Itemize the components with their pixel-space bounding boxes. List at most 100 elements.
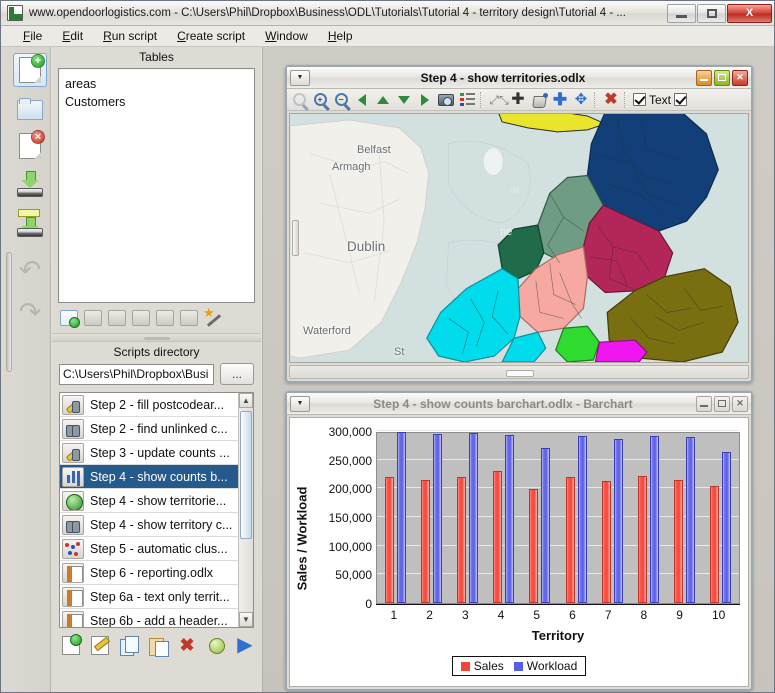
scripts-directory-row: C:\Users\Phil\Dropbox\Busi ...: [52, 363, 261, 385]
chart-bar-sales: [566, 477, 575, 603]
list-item[interactable]: Step 4 - show territorie...: [60, 489, 238, 513]
scripts-directory-input[interactable]: C:\Users\Phil\Dropbox\Busi: [59, 364, 214, 385]
new-file-button[interactable]: +: [13, 53, 47, 87]
scripts-scrollbar[interactable]: ▲ ▼: [238, 393, 253, 627]
crosshair-button[interactable]: ✚: [508, 90, 528, 109]
chart-canvas[interactable]: Sales / Workload 300,000250,000200,00015…: [289, 417, 749, 687]
fill-colour-icon: [532, 93, 547, 107]
zoom-in-button[interactable]: +: [310, 90, 330, 109]
map-close-button[interactable]: ✕: [732, 70, 748, 86]
chart-minimize-button[interactable]: [696, 396, 712, 412]
screenshot-button[interactable]: [436, 90, 456, 109]
list-item[interactable]: areas: [65, 75, 254, 93]
scripts-list[interactable]: Step 2 - fill postcodear... Step 2 - fin…: [60, 393, 238, 627]
menu-file[interactable]: File: [13, 27, 52, 45]
map-horizontal-scrollbar[interactable]: [289, 365, 749, 379]
minimize-button[interactable]: [667, 4, 696, 23]
window-menu-icon[interactable]: ▼: [290, 70, 310, 86]
duplicate-table-icon[interactable]: [156, 310, 174, 326]
second-checkbox[interactable]: [674, 93, 687, 106]
wizard-icon[interactable]: [204, 309, 224, 327]
legend-button[interactable]: [457, 90, 477, 109]
chart-x-tick-label: 4: [498, 608, 505, 622]
map-maximize-button[interactable]: [714, 70, 730, 86]
delete-script-icon[interactable]: ✖: [178, 636, 196, 655]
tables-list[interactable]: areas Customers: [58, 68, 255, 303]
pan-down-button[interactable]: [394, 90, 414, 109]
pan-right-button[interactable]: [415, 90, 435, 109]
fill-colour-button[interactable]: [529, 90, 549, 109]
report-icon: [62, 611, 84, 629]
map-canvas[interactable]: Belfast Armagh Dublin Waterford St ar ne: [289, 113, 749, 363]
close-file-button[interactable]: ×: [13, 129, 47, 163]
close-file-icon: ×: [19, 133, 41, 159]
list-item[interactable]: Step 6a - text only territ...: [60, 585, 238, 609]
pan-left-icon: [358, 94, 366, 106]
pan-left-button[interactable]: [352, 90, 372, 109]
browse-directory-button[interactable]: ...: [220, 363, 254, 385]
map-minimize-button[interactable]: [696, 70, 712, 86]
copy-table-icon[interactable]: [132, 310, 150, 326]
list-item[interactable]: Step 3 - update counts ...: [60, 441, 238, 465]
menu-run-script[interactable]: Run script: [93, 27, 167, 45]
add-button[interactable]: ✚: [550, 90, 570, 109]
run-script-icon[interactable]: ▶: [236, 636, 254, 655]
scroll-down-button[interactable]: ▼: [239, 612, 253, 627]
window-menu-icon[interactable]: ▼: [290, 396, 310, 412]
chart-close-button[interactable]: ✕: [732, 396, 748, 412]
map-label: St: [394, 346, 404, 358]
list-item-selected[interactable]: Step 4 - show counts b...: [60, 465, 238, 489]
zoom-out-button[interactable]: −: [331, 90, 351, 109]
close-button[interactable]: X: [727, 4, 772, 23]
app-logo-icon: [7, 5, 23, 21]
undo-button[interactable]: ↶: [13, 253, 47, 287]
window-title: www.opendoorlogistics.com - C:\Users\Phi…: [29, 7, 666, 19]
text-checkbox[interactable]: Text: [633, 93, 671, 107]
save-button[interactable]: [13, 167, 47, 201]
list-item[interactable]: Step 2 - fill postcodear...: [60, 393, 238, 417]
redo-button[interactable]: ↷: [13, 295, 47, 329]
zoom-all-button[interactable]: [289, 90, 309, 109]
panel-splitter[interactable]: [52, 333, 261, 342]
text-checkbox-box[interactable]: [633, 93, 646, 106]
chart-maximize-button[interactable]: [714, 396, 730, 412]
new-script-icon[interactable]: [62, 636, 80, 655]
delete-table-icon[interactable]: [180, 310, 198, 326]
new-table-icon[interactable]: [60, 310, 78, 326]
map-vertical-grip[interactable]: [292, 220, 299, 256]
second-checkbox-box[interactable]: [674, 93, 687, 106]
add-icon: ✚: [553, 90, 567, 109]
scroll-up-button[interactable]: ▲: [239, 393, 253, 408]
list-item[interactable]: Step 6 - reporting.odlx: [60, 561, 238, 585]
restore-button[interactable]: [697, 4, 726, 23]
edit-script-icon[interactable]: [91, 636, 109, 655]
list-item[interactable]: Step 2 - find unlinked c...: [60, 417, 238, 441]
chart-bar-sales: [602, 481, 611, 603]
chart-bar-sales: [457, 477, 466, 603]
pan-up-button[interactable]: [373, 90, 393, 109]
list-item[interactable]: Step 5 - automatic clus...: [60, 537, 238, 561]
properties-table-icon[interactable]: [84, 310, 102, 326]
edit-table-icon[interactable]: [108, 310, 126, 326]
move-button[interactable]: ✥: [571, 90, 591, 109]
menu-help[interactable]: Help: [318, 27, 363, 45]
chart-bar-workload: [433, 434, 442, 603]
menu-edit[interactable]: Edit: [52, 27, 93, 45]
menu-window[interactable]: Window: [255, 27, 318, 45]
fit-selection-button[interactable]: ⤢⤡: [487, 90, 507, 109]
delete-button[interactable]: ✖: [601, 90, 621, 109]
chart-bar-group: [710, 433, 731, 603]
list-item[interactable]: Step 6b - add a header...: [60, 609, 238, 628]
menu-create-script[interactable]: Create script: [167, 27, 255, 45]
list-item-label: Step 5 - automatic clus...: [90, 542, 228, 556]
list-item[interactable]: Step 4 - show territory c...: [60, 513, 238, 537]
scrollbar-thumb[interactable]: [240, 411, 252, 539]
paste-script-icon[interactable]: [149, 636, 167, 655]
refresh-script-icon[interactable]: [207, 636, 225, 655]
save-as-button[interactable]: [13, 207, 47, 241]
chart-bar-workload: [578, 436, 587, 603]
rail-grip[interactable]: [6, 252, 12, 372]
open-file-button[interactable]: [13, 91, 47, 125]
list-item[interactable]: Customers: [65, 93, 254, 111]
copy-script-icon[interactable]: [120, 636, 138, 655]
